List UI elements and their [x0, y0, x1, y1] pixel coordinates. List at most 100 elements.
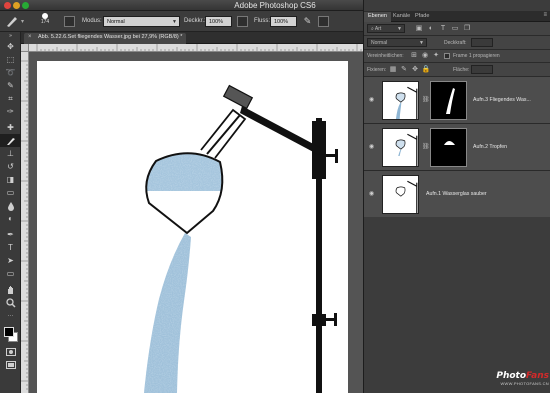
ruler-origin[interactable] — [21, 44, 29, 52]
panel-menu-icon[interactable]: ≡ — [543, 12, 547, 18]
thumbnail-artwork — [395, 86, 418, 119]
mode-select[interactable]: Normal ▼ — [103, 16, 180, 27]
filter-pixel-icon[interactable]: ▣ — [414, 24, 424, 33]
document-tab[interactable]: × Abb. 5.22.6.Set fliegendes Wasser.jpg … — [24, 33, 187, 44]
unify-visibility-icon[interactable]: ◉ — [420, 51, 430, 60]
path-select-tool[interactable]: ➤ — [0, 254, 21, 267]
shape-tool[interactable]: ▭ — [0, 267, 21, 280]
visibility-eye-icon[interactable]: ◉ — [367, 96, 376, 104]
lock-transparency-icon[interactable]: ▦ — [388, 65, 398, 74]
filter-adjustment-icon[interactable]: ◐ — [426, 24, 436, 33]
move-tool[interactable]: ✥ — [0, 40, 21, 53]
horizontal-ruler[interactable] — [29, 44, 363, 52]
tools-panel: » ✥ ⬚ ➰ ✎ ⌗ ✑ ✚ ⊥ ↺ ◨ ▭ ◐ ✒ T ➤ ▭ ··· — [0, 32, 21, 393]
lock-row: Fixieren: ▦ ✎ ✥ 🔒 Fläche: — [364, 63, 550, 77]
watermark-logo-b: Fans — [526, 371, 549, 381]
propagate-frame-checkbox[interactable] — [444, 53, 450, 59]
layer-row[interactable]: ◉ ⛓ Aufn.2 Tropfen — [364, 124, 550, 171]
dodge-tool[interactable]: ◐ — [0, 212, 21, 225]
collapse-icon[interactable]: » — [0, 32, 21, 40]
brush-panel-toggle-icon[interactable] — [64, 16, 75, 27]
glass-holder — [222, 84, 254, 110]
history-brush-tool[interactable]: ↺ — [0, 160, 21, 173]
fill-label: Fläche: — [453, 67, 470, 73]
watermark-logo-a: Photo — [496, 371, 527, 381]
document-canvas[interactable] — [37, 61, 348, 393]
link-icon[interactable]: ⛓ — [422, 96, 430, 103]
airbrush-icon[interactable]: ✎ — [302, 16, 313, 27]
blur-drop-icon — [7, 201, 14, 211]
filter-kind-select[interactable]: ⌕ Art ▼ — [367, 24, 405, 33]
gradient-tool[interactable]: ▭ — [0, 186, 21, 199]
eyedropper-tool[interactable]: ✑ — [0, 105, 21, 118]
lasso-icon: ➰ — [5, 67, 16, 77]
panel-tabs: Ebenen Kanäle Pfade ≡ — [364, 11, 550, 22]
healing-tool[interactable]: ✚ — [0, 121, 21, 134]
opacity-field[interactable]: 100% — [205, 16, 232, 27]
vertical-ruler[interactable] — [21, 52, 29, 393]
pen-tool[interactable]: ✒ — [0, 228, 21, 241]
visibility-eye-icon[interactable]: ◉ — [367, 190, 376, 198]
layer-opacity-field[interactable] — [471, 38, 493, 47]
layer-mask-thumbnail[interactable] — [430, 128, 467, 167]
unify-position-icon[interactable]: ⊞ — [409, 51, 419, 60]
layer-name[interactable]: Aufn.2 Tropfen — [473, 144, 507, 150]
tool-preset-picker[interactable] — [3, 14, 27, 29]
brush-tool[interactable] — [0, 134, 21, 147]
shape-icon: ▭ — [6, 268, 15, 278]
quick-mask-button[interactable] — [0, 345, 21, 358]
lock-position-icon[interactable]: ✥ — [410, 65, 420, 74]
eraser-icon: ◨ — [6, 174, 15, 184]
link-icon[interactable]: ⛓ — [422, 143, 430, 150]
filter-kind-value: Art — [374, 26, 382, 32]
eraser-tool[interactable]: ◨ — [0, 173, 21, 186]
mode-label: Modus: — [82, 18, 102, 24]
visibility-eye-icon[interactable]: ◉ — [367, 143, 376, 151]
quick-select-tool[interactable]: ✎ — [0, 79, 21, 92]
lock-pixels-icon[interactable]: ✎ — [399, 65, 409, 74]
mode-value: Normal — [107, 19, 125, 25]
blend-row: Normal ▼ Deckkraft: — [364, 36, 550, 50]
filter-shape-icon[interactable]: ▭ — [450, 24, 460, 33]
layer-thumbnail — [382, 81, 419, 120]
brush-preset-picker[interactable]: 174 — [36, 13, 54, 30]
lock-all-icon[interactable]: 🔒 — [421, 65, 431, 74]
quick-mask-icon — [5, 347, 16, 356]
brush-tool-icon — [6, 137, 15, 145]
layer-row[interactable]: ◉ Aufn.1 Wasserglas sauber — [364, 171, 550, 218]
quick-select-icon: ✎ — [7, 80, 14, 90]
layer-mask-thumbnail[interactable] — [430, 81, 467, 120]
layer-row[interactable]: ◉ ⛓ Aufn.3 Fliegendes Was... — [364, 77, 550, 124]
watermark-url: WWW.PHOTOFANS.CN — [500, 381, 549, 386]
crop-icon: ⌗ — [8, 93, 13, 103]
layer-name[interactable]: Aufn.3 Fliegendes Was... — [473, 97, 531, 103]
layer-thumbnail — [382, 175, 419, 214]
filter-type-icon[interactable]: T — [438, 24, 448, 33]
fill-field[interactable] — [471, 65, 493, 74]
blur-tool[interactable] — [0, 199, 21, 212]
screen-mode-button[interactable] — [0, 358, 21, 371]
layers-panel: Ebenen Kanäle Pfade ≡ ⌕ Art ▼ ▣ ◐ T ▭ ❐ … — [363, 0, 550, 393]
unify-style-icon[interactable]: ✦ — [431, 51, 441, 60]
more-tools-icon[interactable]: ··· — [0, 309, 21, 322]
pressure-size-icon[interactable] — [318, 16, 329, 27]
pressure-opacity-icon[interactable] — [237, 16, 248, 27]
type-tool[interactable]: T — [0, 241, 21, 254]
hand-tool[interactable] — [0, 283, 21, 296]
color-swatches[interactable] — [0, 325, 21, 345]
crop-tool[interactable]: ⌗ — [0, 92, 21, 105]
tab-layers[interactable]: Ebenen — [364, 12, 391, 22]
blend-mode-select[interactable]: Normal ▼ — [367, 38, 427, 47]
filter-smart-object-icon[interactable]: ❐ — [462, 24, 472, 33]
zoom-tool[interactable] — [0, 296, 21, 309]
close-tab-icon[interactable]: × — [28, 34, 32, 40]
marquee-tool[interactable]: ⬚ — [0, 53, 21, 66]
chevron-down-icon: ▼ — [397, 26, 402, 32]
lasso-tool[interactable]: ➰ — [0, 66, 21, 79]
tab-paths[interactable]: Pfade — [411, 12, 433, 22]
foreground-color-swatch[interactable] — [4, 327, 14, 337]
layer-name[interactable]: Aufn.1 Wasserglas sauber — [426, 191, 487, 197]
flow-field[interactable]: 100% — [270, 16, 297, 27]
layers-panel-empty-area — [364, 217, 550, 393]
stamp-tool[interactable]: ⊥ — [0, 147, 21, 160]
